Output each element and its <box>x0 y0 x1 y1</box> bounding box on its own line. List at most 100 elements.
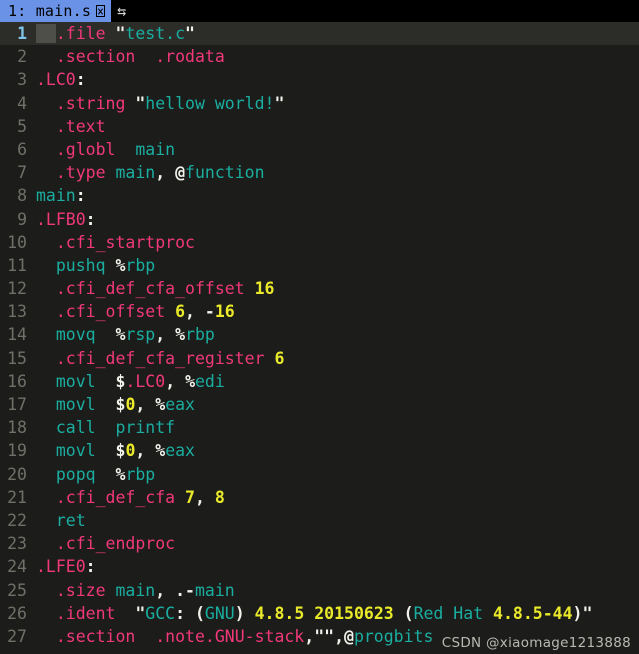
tab-label: 1: main.s <box>8 2 92 20</box>
code-token: main <box>36 186 76 206</box>
code-line[interactable]: 19 movl $0, %eax <box>0 439 639 462</box>
code-token: @ <box>344 626 354 646</box>
code-line[interactable]: 9 .LFB0: <box>0 208 639 231</box>
code-line[interactable]: 14 movq %rsp, %rbp <box>0 323 639 346</box>
code-text: call printf <box>34 416 639 439</box>
code-line[interactable]: 3 .LC0: <box>0 68 639 91</box>
code-token: - <box>204 302 215 322</box>
code-token: edi <box>195 371 225 391</box>
code-token: printf <box>115 418 176 438</box>
code-line[interactable]: 13 .cfi_offset 6, -16 <box>0 300 639 323</box>
line-number: 24 <box>7 557 27 577</box>
code-line[interactable]: 25 .size main, .-main <box>0 579 639 602</box>
code-line[interactable]: 5 .text <box>0 115 639 138</box>
code-text: .file "test.c" <box>34 22 639 45</box>
code-token: progbits <box>353 626 434 646</box>
code-token: .cfi_def_cfa_register <box>55 348 265 368</box>
code-token: , <box>185 302 195 322</box>
code-token: : <box>85 557 96 577</box>
code-token: .- <box>175 580 195 600</box>
code-token: Red Hat <box>413 603 484 623</box>
code-line[interactable]: 15 .cfi_def_cfa_register 6 <box>0 347 639 370</box>
code-text: movl $.LC0, %edi <box>34 370 639 393</box>
code-text: .type main, @function <box>34 161 639 184</box>
line-number: 16 <box>7 371 27 391</box>
code-token: $ <box>115 371 126 391</box>
line-number: 25 <box>7 580 27 600</box>
code-token: % <box>185 371 195 391</box>
code-line[interactable]: 10 .cfi_startproc <box>0 231 639 254</box>
line-number: 22 <box>7 510 27 530</box>
line-number: 14 <box>7 325 27 345</box>
code-line[interactable]: 2 .section .rodata <box>0 45 639 68</box>
code-token: ret <box>55 510 86 530</box>
code-token: eax <box>165 441 195 461</box>
code-line[interactable]: 22 ret <box>0 509 639 532</box>
code-line[interactable]: 6 .globl main <box>0 138 639 161</box>
code-token: .note.GNU-stack <box>155 626 305 646</box>
code-line[interactable]: 4 .string "hellow world!" <box>0 92 639 115</box>
code-line[interactable]: 1 .file "test.c" <box>0 22 639 46</box>
code-token: pushq <box>55 255 106 275</box>
code-line[interactable]: 20 popq %rbp <box>0 463 639 486</box>
code-token: main <box>135 139 176 159</box>
code-token: .cfi_offset <box>55 302 166 322</box>
code-token: test.c <box>125 24 186 43</box>
code-token: GCC <box>145 603 176 623</box>
code-line[interactable]: 7 .type main, @function <box>0 161 639 184</box>
code-token: movl <box>55 371 96 391</box>
code-token: $ <box>115 441 126 461</box>
code-text: .string "hellow world!" <box>34 92 639 115</box>
code-lines: 1 .file "test.c" 2 .section .rodata 3 .LC0:… <box>0 22 639 648</box>
code-token: .cfi_def_cfa <box>55 487 176 507</box>
code-line[interactable]: 8 main: <box>0 184 639 207</box>
code-line[interactable]: 24 .LFE0: <box>0 555 639 578</box>
modified-box-glyph-icon <box>96 5 106 17</box>
code-token: .LC0 <box>36 70 76 90</box>
code-token: % <box>115 325 126 345</box>
tab-bar-filler <box>132 0 639 22</box>
code-text: .section .note.GNU-stack,"",@progbits <box>34 625 639 648</box>
code-token: : <box>75 186 86 206</box>
code-line[interactable]: 16 movl $.LC0, %edi <box>0 370 639 393</box>
code-token: .rodata <box>155 47 225 67</box>
code-line[interactable]: 27 .section .note.GNU-stack,"",@progbits <box>0 625 639 648</box>
code-token: , <box>155 325 166 345</box>
code-line[interactable]: 17 movl $0, %eax <box>0 393 639 416</box>
code-text: ret <box>34 509 639 532</box>
code-token: main <box>115 163 156 183</box>
line-number: 19 <box>7 441 27 461</box>
split-swap-icon[interactable]: ⇆ <box>111 0 132 22</box>
code-editor[interactable]: 1 .file "test.c" 2 .section .rodata 3 .LC0:… <box>0 22 639 654</box>
code-token: , <box>155 580 166 600</box>
code-token: main <box>194 580 235 600</box>
tab-main-s[interactable]: 1: main.s <box>0 0 112 22</box>
code-token: : <box>75 70 86 90</box>
code-token: .file <box>55 24 106 43</box>
code-token: .size <box>55 580 106 600</box>
code-line[interactable]: 12 .cfi_def_cfa_offset 16 <box>0 277 639 300</box>
code-line[interactable]: 11 pushq %rbp <box>0 254 639 277</box>
code-line[interactable]: 26 .ident "GCC: (GNU) 4.8.5 20150623 (Re… <box>0 602 639 625</box>
code-line[interactable]: 18 call printf <box>0 416 639 439</box>
code-line[interactable]: 23 .cfi_endproc <box>0 532 639 555</box>
code-token: .LFE0 <box>36 557 86 577</box>
code-token: , <box>155 163 166 183</box>
code-line[interactable]: 21 .cfi_def_cfa 7, 8 <box>0 486 639 509</box>
code-token: ) <box>234 603 255 623</box>
